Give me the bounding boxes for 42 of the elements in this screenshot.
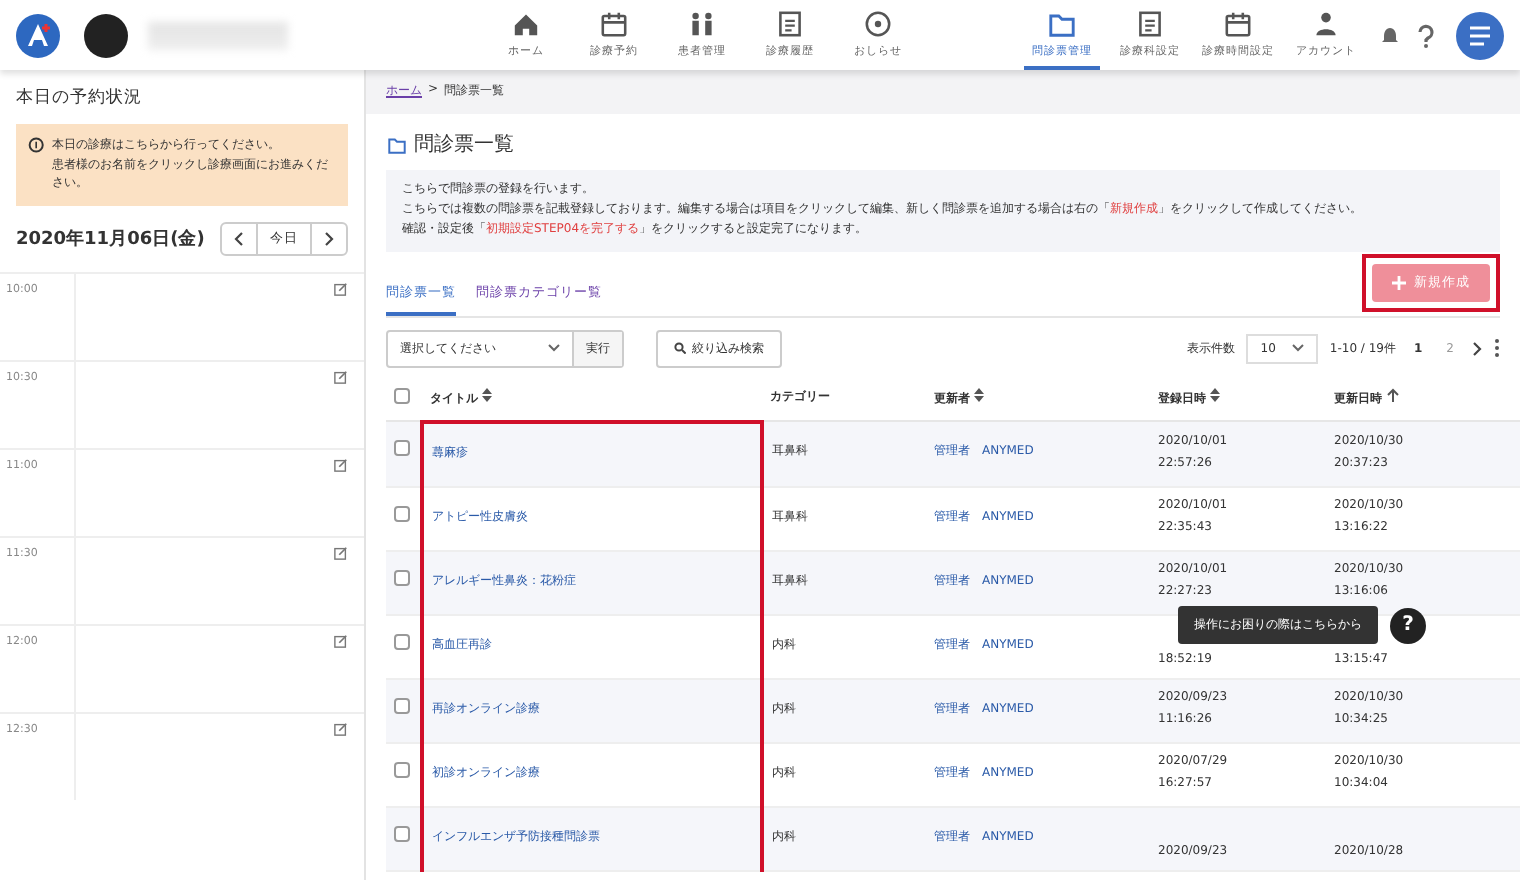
panel-title: 本日の予約状況	[16, 86, 144, 110]
circle-icon	[862, 8, 894, 40]
checkbox[interactable]	[394, 387, 410, 404]
avatar	[84, 13, 128, 57]
checkbox[interactable]	[394, 505, 410, 522]
document-icon	[1134, 8, 1166, 40]
edit-icon[interactable]	[334, 457, 348, 472]
edit-icon[interactable]	[334, 545, 348, 560]
more-icon[interactable]	[1494, 338, 1500, 359]
folder-icon	[386, 133, 408, 155]
chevron-right-icon	[324, 231, 334, 246]
people-icon	[686, 8, 718, 40]
calendar-icon	[598, 8, 630, 40]
checkbox[interactable]	[394, 825, 410, 842]
checkbox[interactable]	[394, 440, 410, 457]
edit-icon[interactable]	[334, 721, 348, 736]
chevron-left-icon	[234, 231, 244, 246]
document-icon	[774, 8, 806, 40]
logo-icon	[16, 13, 60, 57]
edit-icon[interactable]	[334, 281, 348, 296]
bell-icon[interactable]	[1380, 25, 1400, 45]
sort-icon[interactable]	[974, 387, 985, 402]
checkbox[interactable]	[394, 633, 410, 650]
caret-icon	[548, 344, 560, 353]
next-page-icon[interactable]	[1472, 341, 1482, 356]
date-label: 2020年11月06日(金)	[16, 227, 205, 252]
sort-icon[interactable]	[1210, 387, 1221, 402]
calendar-icon	[1222, 8, 1254, 40]
edit-icon[interactable]	[334, 369, 348, 384]
checkbox[interactable]	[394, 697, 410, 714]
page-title: 問診票一覧	[414, 131, 514, 158]
edit-icon[interactable]	[334, 633, 348, 648]
menu-icon[interactable]	[1456, 11, 1504, 59]
info-icon	[28, 136, 45, 154]
checkbox[interactable]	[394, 761, 410, 778]
caret-icon	[1291, 344, 1304, 353]
checkbox[interactable]	[394, 569, 410, 586]
sort-icon[interactable]	[482, 387, 493, 402]
sort-up-icon[interactable]	[1386, 387, 1401, 402]
plus-icon	[1392, 275, 1406, 290]
search-icon	[674, 342, 686, 355]
help-icon[interactable]	[1416, 23, 1436, 47]
